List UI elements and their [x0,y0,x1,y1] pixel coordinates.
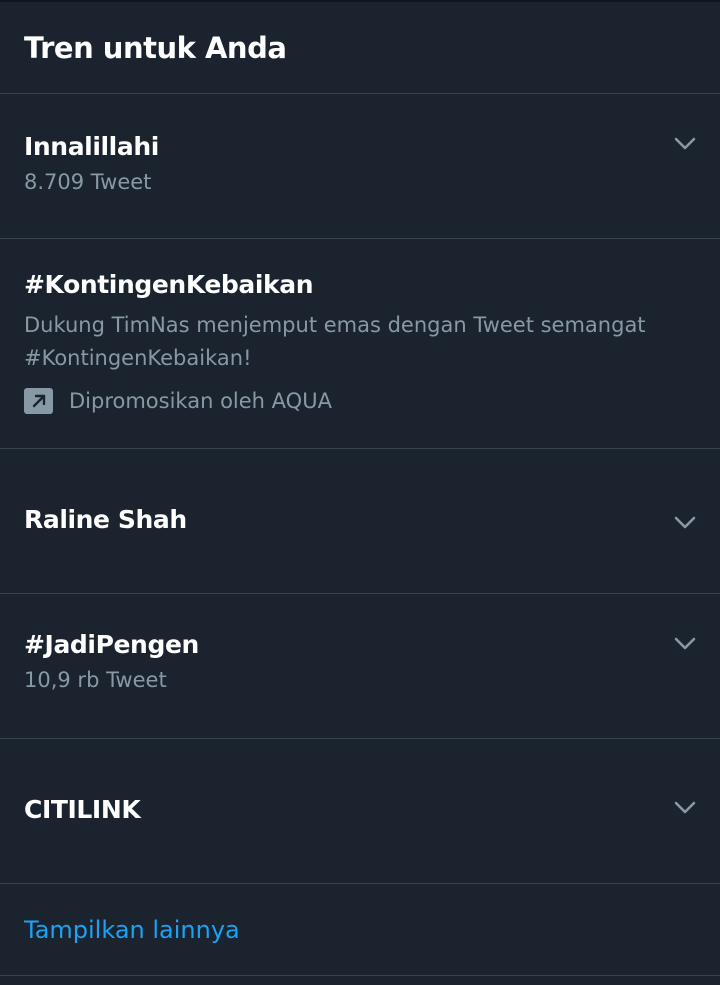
trend-description-line: Dukung TimNas menjemput emas dengan Twee… [24,313,646,337]
show-more-link[interactable]: Tampilkan lainnya [24,916,240,944]
chevron-down-icon[interactable] [674,137,696,151]
trend-name: #KontingenKebaikan [24,270,314,299]
promoted-by-text: Dipromosikan oleh AQUA [69,389,332,413]
promoted-label: Dipromosikan oleh AQUA [24,388,650,414]
chevron-down-icon[interactable] [674,801,696,815]
trend-item-kontingenkebaikan[interactable]: #KontingenKebaikan Dukung TimNas menjemp… [0,239,720,449]
trend-name: Innalillahi [24,132,159,161]
trend-name: CITILINK [24,795,141,824]
trend-item-citilink[interactable]: CITILINK [0,739,720,884]
trend-description-line: #KontingenKebaikan! [24,346,252,370]
promoted-arrow-icon [24,388,53,414]
chevron-down-icon[interactable] [674,516,696,530]
trend-item-innalillahi[interactable]: Innalillahi 8.709 Tweet [0,94,720,239]
trend-tweet-count: 8.709 Tweet [24,170,152,194]
chevron-down-icon[interactable] [674,637,696,651]
trends-header: Tren untuk Anda [0,2,720,94]
trend-description: Dukung TimNas menjemput emas dengan Twee… [24,309,650,375]
trend-item-jadipengen[interactable]: #JadiPengen 10,9 rb Tweet [0,594,720,739]
show-more-row[interactable]: Tampilkan lainnya [0,884,720,976]
trend-name: #JadiPengen [24,630,199,659]
trend-tweet-count: 10,9 rb Tweet [24,668,167,692]
page-title: Tren untuk Anda [24,30,287,65]
trends-panel: Tren untuk Anda Innalillahi 8.709 Tweet … [0,0,720,985]
trend-name: Raline Shah [24,505,187,534]
trend-item-raline-shah[interactable]: Raline Shah [0,449,720,594]
